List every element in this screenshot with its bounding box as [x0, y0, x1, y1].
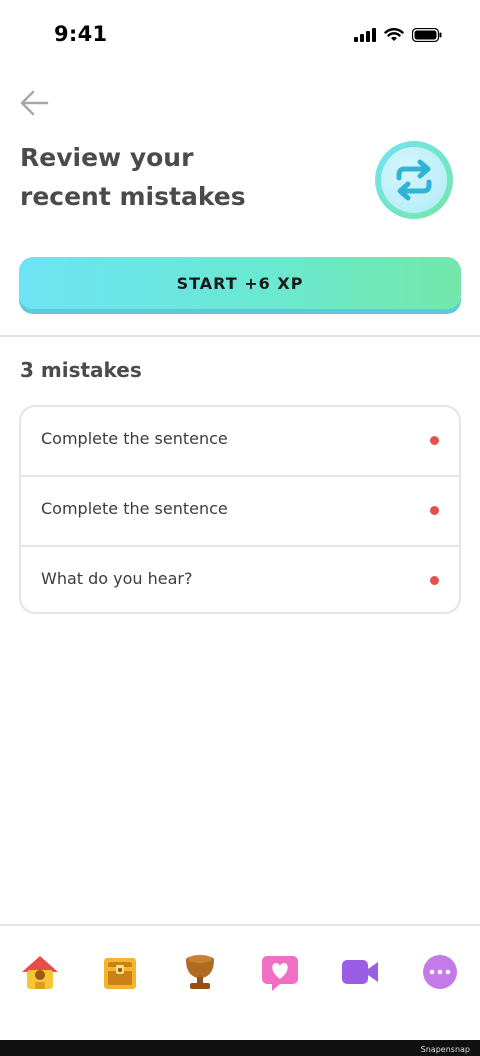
- page-title-line-2: recent mistakes: [20, 182, 246, 211]
- page-title: Review your recent mistakes: [20, 138, 320, 216]
- footer-strip: [0, 1040, 480, 1056]
- refresh-arrows-icon: [375, 141, 453, 219]
- status-icons: [354, 27, 442, 46]
- mistake-indicator-dot: [430, 436, 439, 445]
- mistake-item-label: Complete the sentence: [41, 499, 228, 518]
- page-title-line-1: Review your: [20, 143, 194, 172]
- section-divider: [0, 335, 480, 337]
- watermark-text: Snapensnap: [420, 1045, 470, 1054]
- nav-item-leaderboard[interactable]: [178, 950, 222, 994]
- status-bar: 9:41: [0, 0, 480, 70]
- mistake-item-label: What do you hear?: [41, 569, 193, 588]
- heart-message-icon: [262, 956, 298, 991]
- mistakes-count: 3 mistakes: [20, 358, 142, 382]
- review-badge: [374, 140, 454, 220]
- treasure-chest-icon: [104, 958, 136, 989]
- mistake-indicator-dot: [430, 576, 439, 585]
- mistakes-list: Complete the sentence Complete the sente…: [19, 405, 461, 614]
- trophy-icon: [186, 955, 214, 989]
- more-icon: [423, 955, 457, 989]
- mistake-item-2[interactable]: Complete the sentence: [21, 477, 459, 547]
- mistake-item-3[interactable]: What do you hear?: [21, 547, 459, 612]
- home-icon: [22, 956, 58, 989]
- mistake-indicator-dot: [430, 506, 439, 515]
- bottom-nav: [0, 924, 480, 1042]
- nav-item-more[interactable]: [418, 950, 462, 994]
- battery-icon: [411, 27, 442, 46]
- start-button[interactable]: START +6 XP: [19, 257, 461, 309]
- cellular-signal-icon: [354, 27, 376, 46]
- arrow-left-icon: [20, 90, 49, 116]
- wifi-icon: [384, 27, 404, 46]
- video-camera-icon: [342, 960, 378, 984]
- nav-item-health[interactable]: [258, 950, 302, 994]
- mistake-item-label: Complete the sentence: [41, 429, 228, 448]
- nav-item-video[interactable]: [338, 950, 382, 994]
- status-time: 9:41: [54, 22, 108, 46]
- nav-item-home[interactable]: [18, 950, 62, 994]
- back-button[interactable]: [18, 86, 52, 120]
- nav-item-chest[interactable]: [98, 950, 142, 994]
- mistake-item-1[interactable]: Complete the sentence: [21, 407, 459, 477]
